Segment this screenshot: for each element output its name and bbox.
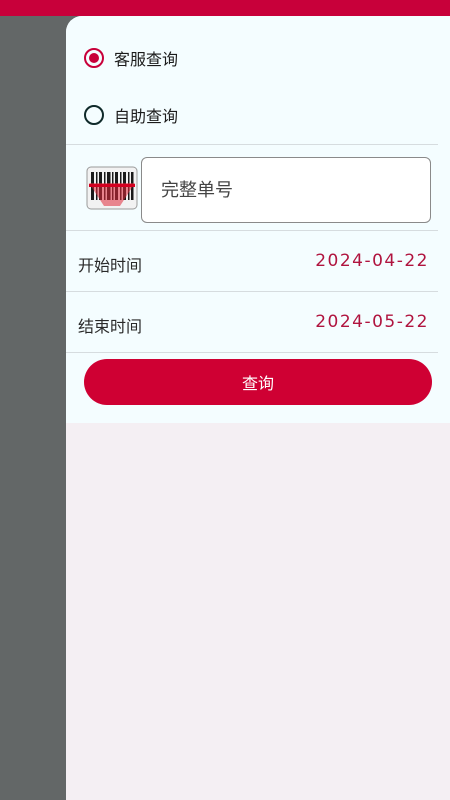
- divider: [66, 291, 438, 292]
- radio-label: 客服查询: [114, 50, 179, 69]
- query-panel: 客服查询 自助查询 完整单号 开始时间 2024-04-22 结束时间 2024…: [66, 16, 450, 800]
- background-overlay[interactable]: [0, 16, 66, 800]
- radio-label: 自助查询: [114, 107, 179, 126]
- order-number-input[interactable]: [141, 157, 431, 223]
- query-form: 客服查询 自助查询 完整单号 开始时间 2024-04-22 结束时间 2024…: [66, 16, 450, 423]
- start-date-label: 开始时间: [78, 256, 143, 275]
- barcode-scan-icon[interactable]: [86, 166, 138, 210]
- radio-button[interactable]: [84, 48, 104, 68]
- divider: [66, 144, 438, 145]
- divider: [66, 352, 438, 353]
- start-date-value[interactable]: 2024-04-22: [315, 251, 429, 271]
- radio-button[interactable]: [84, 105, 104, 125]
- end-date-value[interactable]: 2024-05-22: [315, 312, 429, 332]
- status-bar: [0, 0, 450, 16]
- radio-customer-service-query[interactable]: 客服查询: [84, 44, 178, 72]
- end-date-label: 结束时间: [78, 317, 143, 336]
- radio-self-service-query[interactable]: 自助查询: [84, 101, 178, 129]
- query-button[interactable]: 查询: [84, 359, 432, 405]
- divider: [66, 230, 438, 231]
